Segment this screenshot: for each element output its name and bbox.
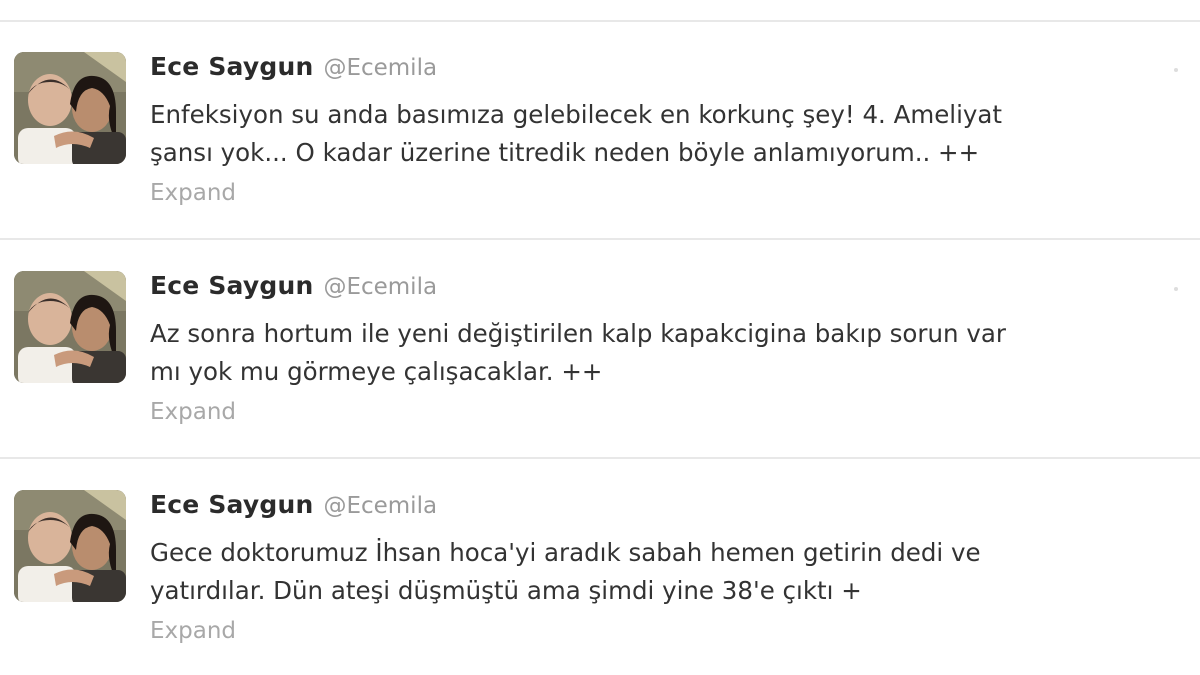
avatar-photo bbox=[14, 52, 126, 164]
user-name[interactable]: Ece Saygun bbox=[150, 271, 313, 300]
avatar[interactable] bbox=[14, 271, 126, 383]
avatar-photo bbox=[14, 271, 126, 383]
tweet-item[interactable]: Ece Saygun @Ecemila Gece doktorumuz İhsan… bbox=[0, 460, 1200, 675]
more-icon bbox=[1174, 287, 1178, 291]
expand-link[interactable]: Expand bbox=[150, 399, 236, 425]
tweet-item[interactable]: Ece Saygun @Ecemila Az sonra hortum ile y… bbox=[0, 241, 1200, 459]
tweet-text-line: şansı yok... O kadar üzerine titredik ne… bbox=[150, 138, 980, 167]
tweet-text: Gece doktorumuz İhsan hoca'yi aradık sab… bbox=[150, 534, 1190, 610]
user-name[interactable]: Ece Saygun bbox=[150, 490, 313, 519]
avatar[interactable] bbox=[14, 52, 126, 164]
more-icon bbox=[1174, 68, 1178, 72]
expand-link[interactable]: Expand bbox=[150, 618, 236, 644]
tweet-item[interactable]: Ece Saygun @Ecemila Enfeksiyon su anda ba… bbox=[0, 22, 1200, 240]
user-handle[interactable]: @Ecemila bbox=[323, 493, 437, 519]
user-name[interactable]: Ece Saygun bbox=[150, 52, 313, 81]
user-handle[interactable]: @Ecemila bbox=[323, 274, 437, 300]
avatar-photo bbox=[14, 490, 126, 602]
expand-link[interactable]: Expand bbox=[150, 180, 236, 206]
tweet-text-line: yatırdılar. Dün ateşi düşmüştü ama şimdi… bbox=[150, 576, 862, 605]
tweet-text-line: mı yok mu görmeye çalışacaklar. ++ bbox=[150, 357, 603, 386]
tweet-text-line: Enfeksiyon su anda basımıza gelebilecek … bbox=[150, 100, 1003, 129]
tweet-text: Az sonra hortum ile yeni değiştirilen ka… bbox=[150, 315, 1190, 391]
tweet-timeline: Ece Saygun @Ecemila Enfeksiyon su anda ba… bbox=[0, 0, 1200, 675]
tweet-header: Ece Saygun @Ecemila bbox=[150, 271, 437, 311]
tweet-header: Ece Saygun @Ecemila bbox=[150, 490, 437, 530]
avatar[interactable] bbox=[14, 490, 126, 602]
tweet-text-line: Gece doktorumuz İhsan hoca'yi aradık sab… bbox=[150, 538, 981, 567]
tweet-text-line: Az sonra hortum ile yeni değiştirilen ka… bbox=[150, 319, 1006, 348]
tweet-header: Ece Saygun @Ecemila bbox=[150, 52, 437, 92]
user-handle[interactable]: @Ecemila bbox=[323, 55, 437, 81]
tweet-text: Enfeksiyon su anda basımıza gelebilecek … bbox=[150, 96, 1190, 172]
